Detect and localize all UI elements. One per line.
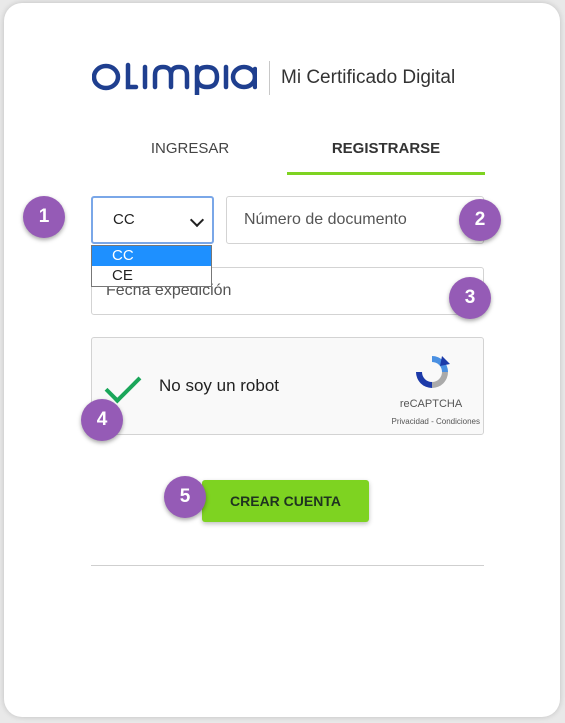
form-divider: [91, 565, 484, 566]
step-badge-3: 3: [449, 277, 491, 319]
step-badge-4: 4: [81, 399, 123, 441]
step-badge-5: 5: [164, 476, 206, 518]
checkmark-icon[interactable]: [104, 366, 142, 404]
register-card: Mi Certificado Digital INGRESAR REGISTRA…: [4, 3, 560, 717]
tab-registrarse[interactable]: REGISTRARSE: [287, 139, 485, 159]
recaptcha-icon: [416, 356, 450, 388]
create-account-button[interactable]: CREAR CUENTA: [202, 480, 369, 522]
doc-type-option-ce[interactable]: CE: [92, 266, 211, 286]
step-badge-2: 2: [459, 199, 501, 241]
captcha-label: No soy un robot: [159, 376, 280, 395]
logo-divider: [269, 61, 270, 95]
doc-type-dropdown-list: CC CE: [91, 245, 212, 287]
active-tab-indicator: [287, 172, 485, 175]
recaptcha-brand: reCAPTCHA: [399, 398, 463, 410]
step-badge-1: 1: [23, 196, 65, 238]
recaptcha-links[interactable]: Privacidad - Condiciones: [347, 417, 481, 426]
olimpia-logo: [91, 55, 258, 105]
recaptcha-widget: No soy un robot reCAPTCHA Privacidad - C…: [91, 337, 484, 435]
doc-type-option-cc[interactable]: CC: [92, 246, 211, 266]
doc-number-input[interactable]: Número de documento: [226, 196, 484, 244]
tab-ingresar[interactable]: INGRESAR: [122, 139, 258, 159]
doc-type-selected: CC: [113, 211, 135, 228]
doc-type-select[interactable]: CC: [91, 196, 214, 244]
chevron-down-icon: [189, 212, 205, 228]
doc-number-placeholder: Número de documento: [244, 211, 407, 228]
app-tagline: Mi Certificado Digital: [281, 67, 456, 88]
olimpia-wordmark-icon: [91, 62, 258, 98]
